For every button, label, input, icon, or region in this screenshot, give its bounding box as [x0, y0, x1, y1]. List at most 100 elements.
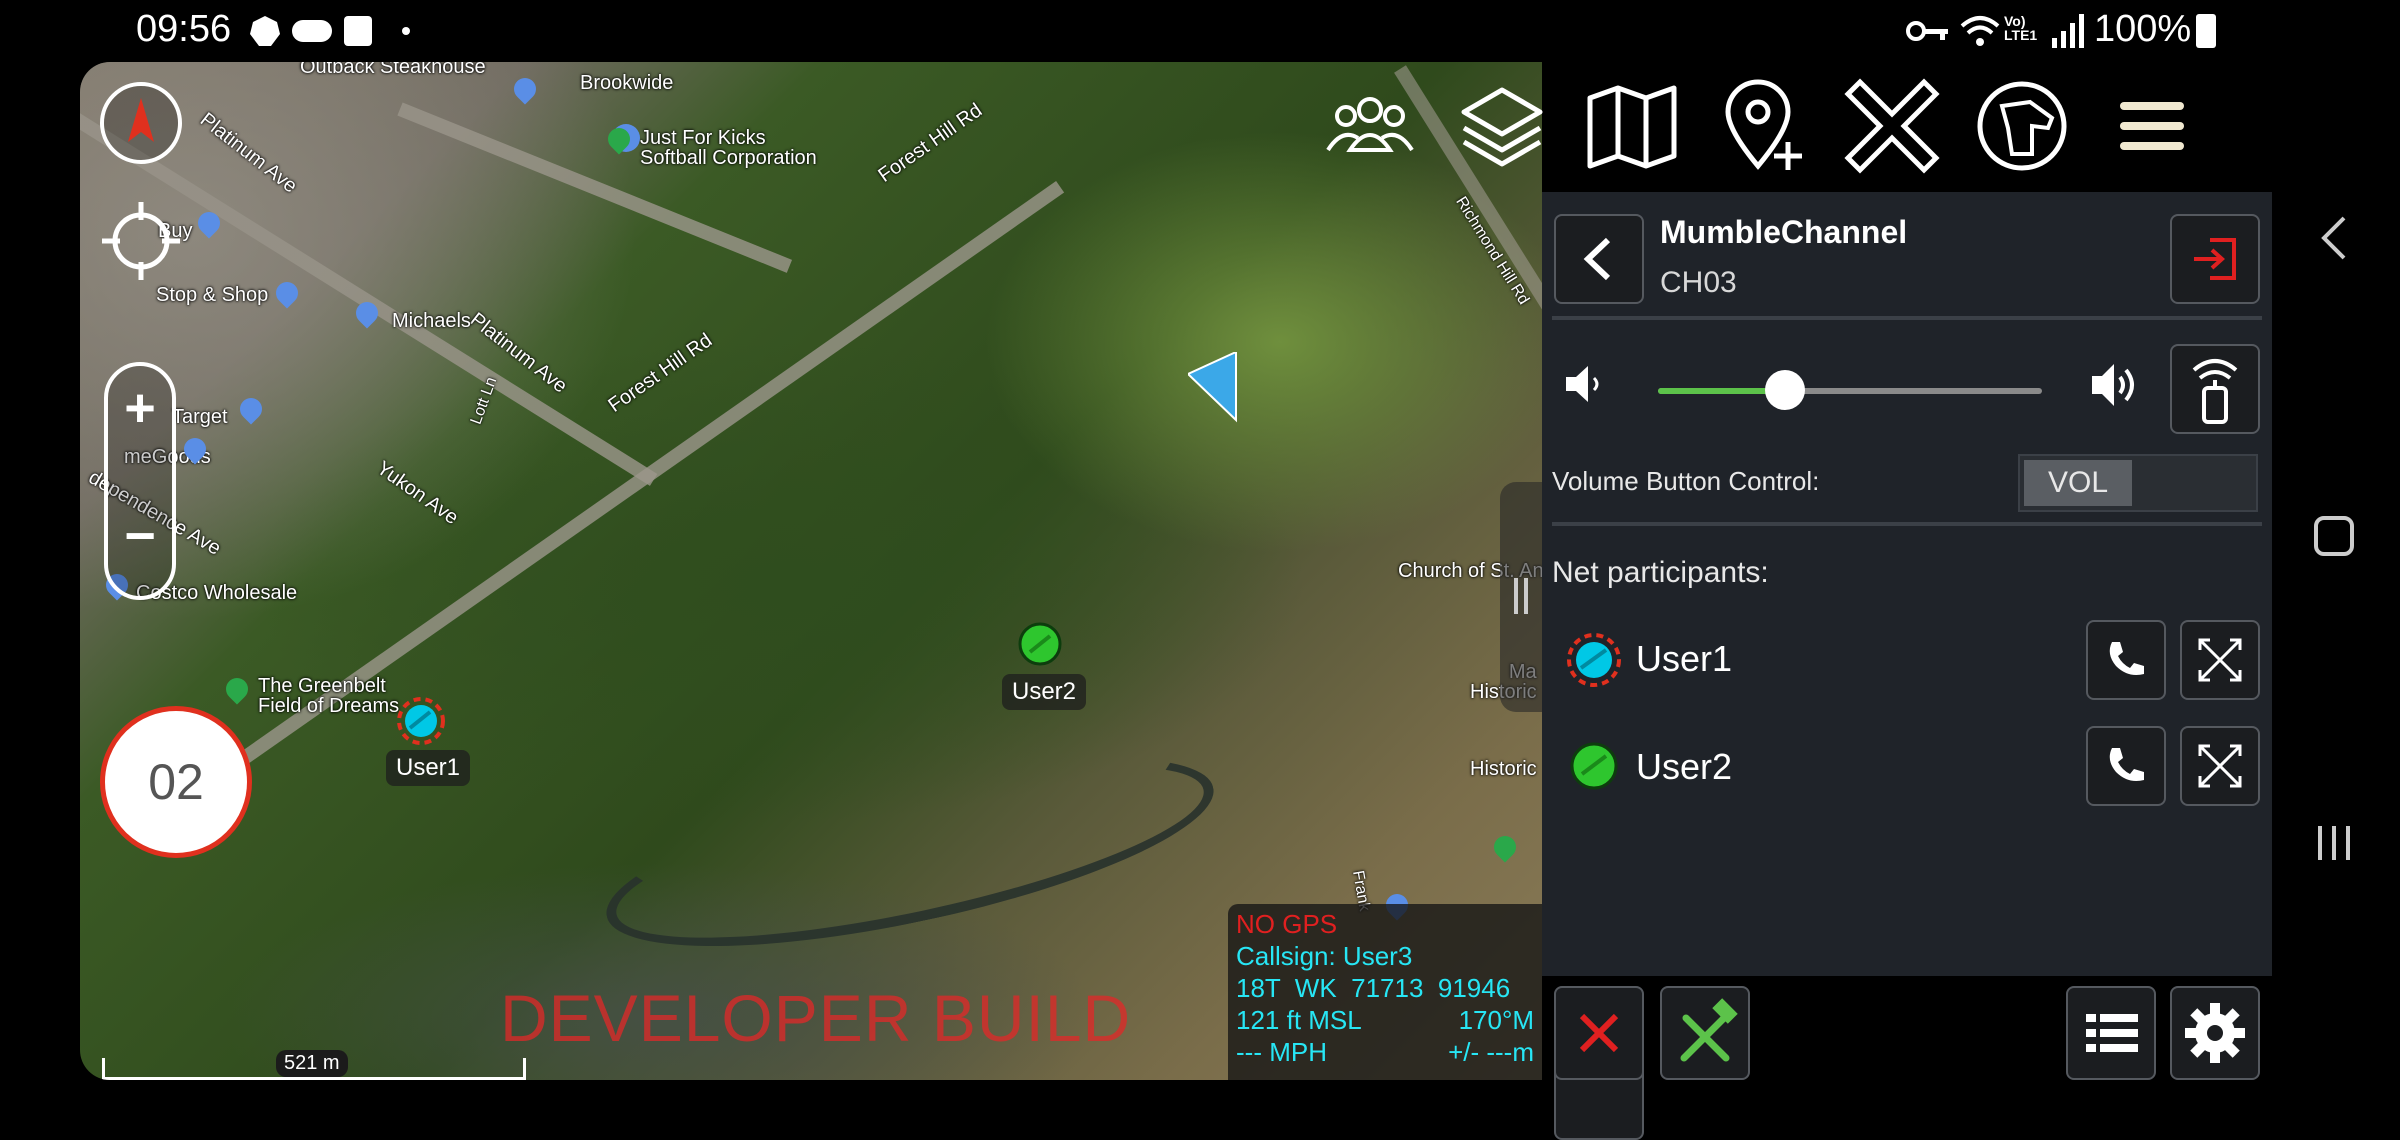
expand-arrows-icon [2198, 638, 2242, 682]
channel-name: MumbleChannel [1660, 214, 1908, 250]
top-toolbar [1326, 62, 2272, 192]
tools-button[interactable] [1660, 986, 1750, 1080]
exit-icon [2194, 238, 2236, 280]
developer-watermark: DEVELOPER BUILD [500, 981, 1132, 1055]
phone-icon [2109, 642, 2144, 675]
dog-icon[interactable] [1972, 76, 2072, 176]
battery-icon [2196, 14, 2216, 48]
self-location-icon[interactable] [1186, 350, 1248, 432]
user2-map-label: User2 [1002, 674, 1087, 710]
back-button[interactable] [1554, 214, 1644, 304]
poi-marker-icon[interactable] [221, 673, 253, 705]
cancel-button[interactable] [1554, 986, 1644, 1080]
map-label: Michaels [392, 310, 471, 332]
list-button[interactable] [2066, 986, 2156, 1080]
system-nav-bar [2272, 62, 2400, 1080]
back-nav-icon[interactable] [2308, 208, 2358, 268]
chevron-left-icon [1583, 237, 1611, 281]
radio-device-icon [2192, 359, 2238, 424]
close-icon [1579, 1013, 1619, 1053]
divider [1552, 522, 2262, 526]
poi-marker-icon[interactable] [1489, 831, 1521, 863]
user1-map-label: User1 [386, 750, 471, 786]
participant-row[interactable]: User2 [1554, 718, 2260, 812]
home-nav-icon[interactable] [2314, 516, 2354, 556]
user1-marker-icon[interactable] [396, 696, 446, 746]
compass-button[interactable] [100, 82, 182, 164]
checklist-icon [344, 16, 372, 46]
map-label: Forest Hill Rd [874, 99, 987, 187]
compass-arrow-icon [128, 98, 154, 142]
signal-icon [2052, 14, 2086, 48]
status-bar: 09:56 Vo) LTE1 100% [0, 0, 2400, 62]
locate-button[interactable] [100, 200, 182, 282]
groups-icon[interactable] [1320, 76, 1420, 176]
vpn-key-icon [1906, 20, 1950, 42]
phone-icon [2109, 748, 2144, 781]
close-tools-icon[interactable] [1842, 76, 1942, 176]
battery-percent: 100% [2094, 8, 2192, 50]
heading: 170°M [1458, 1005, 1534, 1035]
participant-name: User1 [1636, 638, 1733, 679]
side-panel: MumbleChannel CH03 Volume Button Control… [1326, 62, 2272, 1140]
map-label: Outback Steakhouse [300, 62, 486, 78]
zoom-control: + − [104, 362, 176, 600]
channel-id: CH03 [1660, 266, 1737, 299]
dot-icon [402, 27, 410, 35]
location-info-box[interactable]: NO GPS Callsign: User3 18T WK 71713 9194… [1228, 904, 1542, 1080]
accuracy: +/- ---m [1448, 1037, 1534, 1067]
add-marker-icon[interactable] [1712, 76, 1812, 176]
map-label: Brookwide [580, 72, 674, 94]
zoom-in-button[interactable]: + [108, 378, 172, 438]
grid-reference: 18T WK 71713 91946 [1236, 973, 1511, 1003]
volume-control-label: Volume Button Control: [1552, 466, 1820, 496]
volume-toggle-option[interactable]: VOL [2024, 460, 2132, 506]
volume-control-toggle[interactable]: VOL [2018, 454, 2258, 512]
settings-button[interactable] [2170, 986, 2260, 1080]
layers-icon[interactable] [1452, 76, 1552, 176]
participants-label: Net participants: [1552, 556, 1769, 589]
callsign: Callsign: User3 [1236, 941, 1413, 971]
map-label: The Greenbelt Field of Dreams [258, 675, 400, 717]
divider [1552, 316, 2262, 320]
menu-icon[interactable] [2102, 76, 2202, 176]
map-view[interactable]: Outback Steakhouse Brookwide Platinum Av… [80, 62, 1542, 1080]
zoom-out-button[interactable]: − [108, 506, 172, 566]
focus-button[interactable] [2180, 620, 2260, 700]
channel-badge[interactable]: 02 [100, 706, 252, 858]
bottom-toolbar [1542, 976, 2272, 1140]
volte-icon: Vo) LTE1 [2004, 13, 2038, 43]
map-label: Historic [1470, 758, 1537, 780]
altitude: 121 ft MSL [1236, 1005, 1362, 1035]
gear-icon [2185, 1003, 2245, 1063]
hammer-wrench-icon [1680, 998, 1738, 1062]
participant-row[interactable]: User1 [1554, 612, 2260, 706]
speed: --- MPH [1236, 1037, 1327, 1067]
volume-low-icon[interactable] [1562, 362, 1606, 406]
map-label: Target [172, 406, 228, 428]
volume-slider[interactable] [1658, 370, 2042, 410]
map-icon[interactable] [1582, 76, 1682, 176]
status-time: 09:56 [136, 8, 232, 50]
user1-status-icon [1566, 632, 1622, 688]
volume-high-icon[interactable] [2088, 360, 2144, 410]
call-button[interactable] [2086, 726, 2166, 806]
radio-button[interactable] [2170, 344, 2260, 434]
scale-label: 521 m [276, 1050, 348, 1077]
expand-arrows-icon [2198, 744, 2242, 788]
wifi-icon [1960, 14, 2000, 48]
recents-nav-icon[interactable] [2310, 818, 2360, 868]
user2-status-icon [1568, 740, 1620, 792]
notification-icon [250, 16, 280, 46]
focus-button[interactable] [2180, 726, 2260, 806]
call-button[interactable] [2086, 620, 2166, 700]
gps-status: NO GPS [1236, 909, 1338, 939]
list-icon [2086, 1014, 2138, 1052]
crosshair-icon [102, 202, 180, 280]
participant-name: User2 [1636, 746, 1733, 787]
leave-channel-button[interactable] [2170, 214, 2260, 304]
user2-marker-icon[interactable] [1018, 622, 1062, 666]
volume-slider-thumb[interactable] [1764, 370, 1805, 410]
panel-pull-tab[interactable] [1500, 482, 1542, 712]
map-label: Stop & Shop [156, 284, 269, 306]
